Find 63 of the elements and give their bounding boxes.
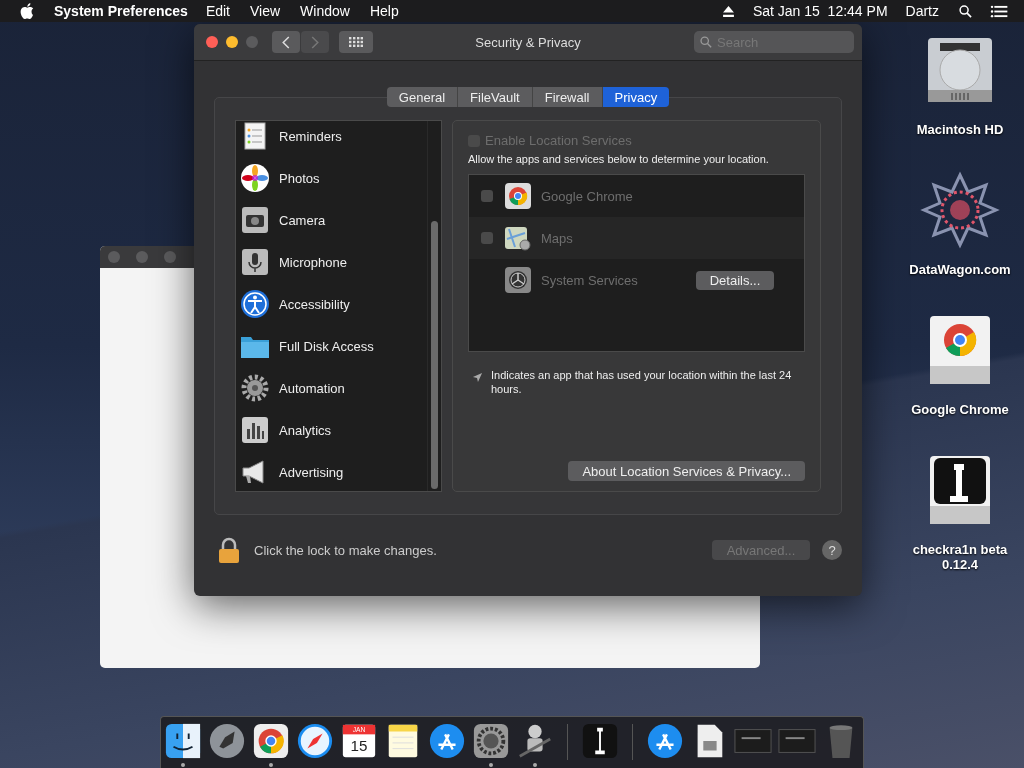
- appstore-icon[interactable]: [646, 722, 684, 760]
- scrollbar-thumb[interactable]: [431, 221, 438, 489]
- back-button[interactable]: [272, 31, 300, 53]
- search-icon: [700, 36, 712, 48]
- padlock-icon[interactable]: [218, 537, 240, 563]
- chart-icon: [240, 415, 270, 445]
- lock-text: Click the lock to make changes.: [254, 542, 437, 558]
- appstore-icon[interactable]: [428, 722, 466, 760]
- list-icon[interactable]: [990, 4, 1008, 18]
- about-button[interactable]: About Location Services & Privacy...: [568, 461, 805, 481]
- mic-icon: [240, 247, 270, 277]
- tab[interactable]: General: [386, 87, 459, 107]
- location-arrow-icon: [472, 372, 483, 383]
- search-icon[interactable]: [959, 4, 972, 18]
- access-icon: [240, 289, 270, 319]
- apple-icon[interactable]: [20, 3, 34, 19]
- minimize-button[interactable]: [226, 36, 238, 48]
- chevron-right-icon: [311, 35, 319, 49]
- tab[interactable]: Privacy: [602, 87, 670, 107]
- chrome-icon[interactable]: [252, 722, 290, 760]
- star-pattern-icon[interactable]: [920, 170, 1000, 250]
- window-title: Security & Privacy: [474, 34, 582, 50]
- finder-icon[interactable]: [164, 722, 202, 760]
- desktop-icon-label[interactable]: DataWagon.com: [909, 262, 1011, 277]
- category-item[interactable]: Advertising: [236, 451, 427, 491]
- category-item[interactable]: Reminders: [236, 121, 427, 157]
- description-text: Allow the apps and services below to determine your location.: [468, 153, 770, 165]
- category-item[interactable]: Full Disk Access: [236, 325, 427, 367]
- photos-icon: [240, 163, 270, 193]
- eject-icon[interactable]: [721, 4, 735, 18]
- desktop-icon-label[interactable]: Macintosh HD: [916, 122, 1004, 137]
- category-item[interactable]: Automation: [236, 367, 427, 409]
- category-item[interactable]: Photos: [236, 157, 427, 199]
- clock[interactable]: Sat Jan 15 12:44 PM: [752, 3, 888, 19]
- chrome-icon: [505, 183, 531, 209]
- app-menu[interactable]: System Preferences: [54, 3, 188, 19]
- menu-item[interactable]: Edit: [205, 3, 230, 19]
- camera-icon: [240, 205, 270, 235]
- menu-item[interactable]: Help: [369, 3, 399, 19]
- app-name: System Services: [541, 272, 639, 288]
- menu-item[interactable]: View: [250, 3, 281, 19]
- details-button[interactable]: Details...: [696, 270, 774, 290]
- category-item[interactable]: Microphone: [236, 241, 427, 283]
- compass-icon[interactable]: [296, 722, 334, 760]
- app-name: Google Chrome: [541, 188, 634, 204]
- show-all-button[interactable]: [339, 31, 373, 53]
- category-item[interactable]: Camera: [236, 199, 427, 241]
- calendar-day: 15: [350, 737, 368, 755]
- map-icon: [505, 225, 531, 251]
- menu-item[interactable]: Window: [300, 3, 350, 19]
- user-name[interactable]: Dartz: [905, 3, 939, 19]
- grid-icon: [349, 37, 363, 47]
- tab[interactable]: FileVault: [458, 87, 533, 107]
- category-item[interactable]: Analytics: [236, 409, 427, 451]
- desktop-icon-label[interactable]: checkra1n beta 0.12.4: [905, 542, 1015, 572]
- category-item[interactable]: Accessibility: [236, 283, 427, 325]
- note-text: Indicates an app that has used your location within the last 24 hours.: [491, 368, 793, 396]
- app-name: Maps: [541, 230, 574, 246]
- tab[interactable]: Firewall: [532, 87, 603, 107]
- close-button[interactable]: [206, 36, 218, 48]
- help-button[interactable]: ?: [822, 540, 842, 560]
- chevron-left-icon: [282, 35, 290, 49]
- desktop-icon-label[interactable]: Google Chrome: [911, 402, 1009, 417]
